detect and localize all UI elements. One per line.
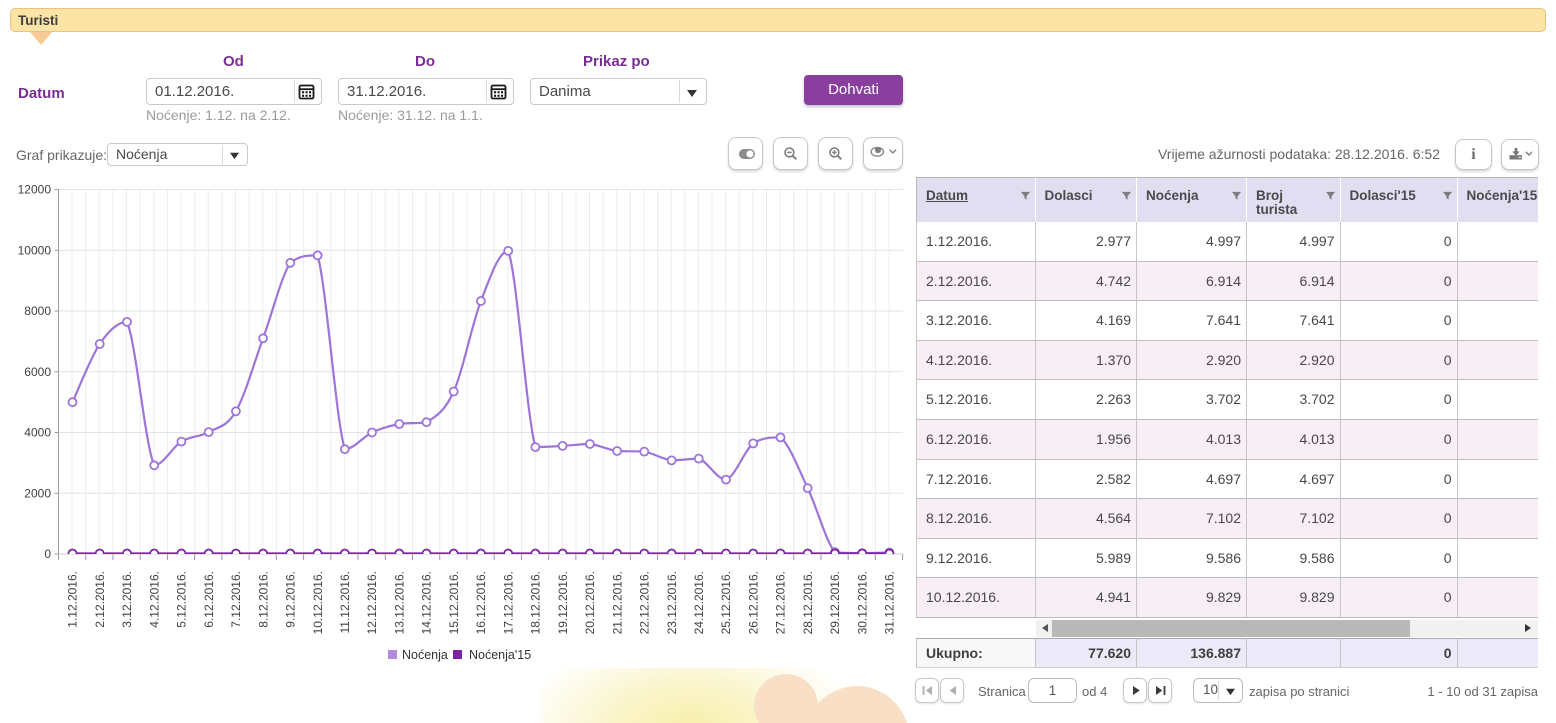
svg-text:7.12.2016.: 7.12.2016. [229,571,243,628]
svg-text:24.12.2016.: 24.12.2016. [692,571,706,634]
svg-text:26.12.2016.: 26.12.2016. [747,571,761,634]
svg-text:12000: 12000 [18,183,52,197]
svg-text:13.12.2016.: 13.12.2016. [393,571,407,634]
svg-text:8000: 8000 [24,304,51,318]
svg-text:19.12.2016.: 19.12.2016. [556,571,570,634]
svg-text:10000: 10000 [18,243,52,257]
svg-text:1.12.2016.: 1.12.2016. [66,571,80,628]
svg-text:22.12.2016.: 22.12.2016. [638,571,652,634]
svg-text:8.12.2016.: 8.12.2016. [256,571,270,628]
svg-text:14.12.2016.: 14.12.2016. [420,571,434,634]
svg-text:11.12.2016.: 11.12.2016. [338,571,352,634]
svg-text:5.12.2016.: 5.12.2016. [175,571,189,628]
svg-text:0: 0 [44,547,51,561]
svg-text:23.12.2016.: 23.12.2016. [665,571,679,634]
svg-text:2.12.2016.: 2.12.2016. [93,571,107,628]
svg-text:6.12.2016.: 6.12.2016. [202,571,216,628]
svg-text:20.12.2016.: 20.12.2016. [583,571,597,634]
svg-text:31.12.2016.: 31.12.2016. [883,571,897,634]
svg-text:10.12.2016.: 10.12.2016. [311,571,325,634]
svg-text:Noćenja'15: Noćenja'15 [469,648,531,662]
svg-text:2000: 2000 [24,486,51,500]
svg-text:4000: 4000 [24,426,51,440]
svg-text:16.12.2016.: 16.12.2016. [474,571,488,634]
svg-text:17.12.2016.: 17.12.2016. [501,571,515,634]
svg-text:Noćenja: Noćenja [402,648,448,662]
svg-text:27.12.2016.: 27.12.2016. [774,571,788,634]
svg-text:3.12.2016.: 3.12.2016. [120,571,134,628]
svg-text:28.12.2016.: 28.12.2016. [801,571,815,634]
svg-text:6000: 6000 [24,365,51,379]
svg-text:9.12.2016.: 9.12.2016. [284,571,298,628]
svg-text:4.12.2016.: 4.12.2016. [147,571,161,628]
svg-text:21.12.2016.: 21.12.2016. [610,571,624,634]
svg-text:30.12.2016.: 30.12.2016. [855,571,869,634]
svg-text:15.12.2016.: 15.12.2016. [447,571,461,634]
svg-text:18.12.2016.: 18.12.2016. [529,571,543,634]
svg-text:12.12.2016.: 12.12.2016. [365,571,379,634]
svg-text:29.12.2016.: 29.12.2016. [828,571,842,634]
svg-text:25.12.2016.: 25.12.2016. [719,571,733,634]
